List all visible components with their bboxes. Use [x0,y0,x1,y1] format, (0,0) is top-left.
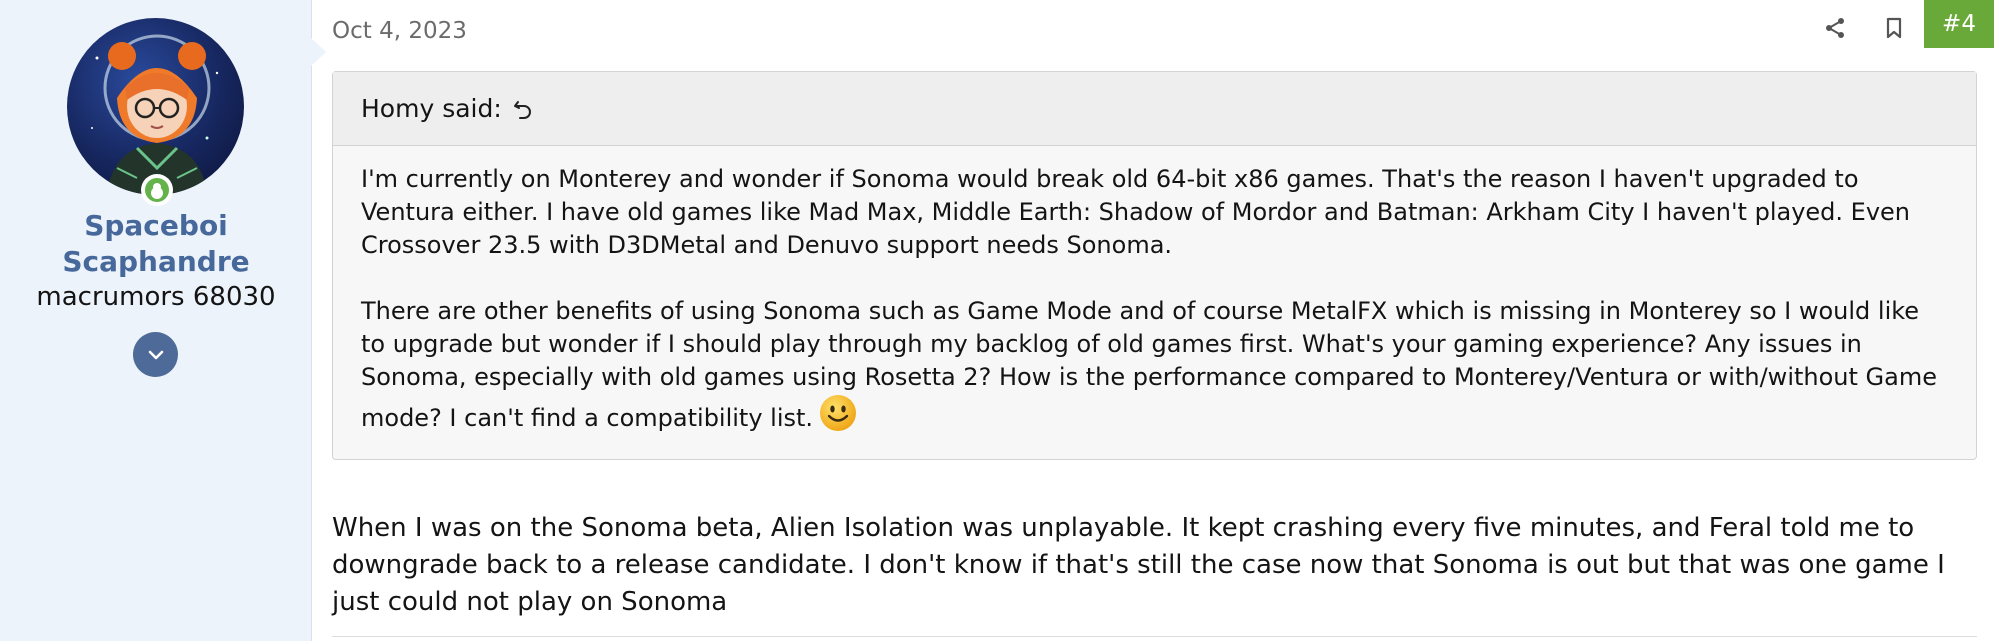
bookmark-icon [1886,17,1902,39]
quote-paragraph-1: I'm currently on Monterey and wonder if … [361,165,1911,259]
user-title: macrumors 68030 [36,282,276,312]
online-status-icon [141,174,173,206]
share-icon [1826,18,1844,38]
username-line1[interactable]: Spaceboi [0,208,312,244]
post-number-link[interactable]: #4 [1924,0,1994,48]
quote-body: I'm currently on Monterey and wonder if … [333,146,1976,452]
avatar[interactable] [67,18,244,195]
quote-paragraph-2: There are other benefits of using Sonoma… [361,295,1948,435]
share-button[interactable] [1815,8,1855,48]
post-body-text: When I was on the Sonoma beta, Alien Iso… [332,513,1945,617]
quote-paragraph-2-text: There are other benefits of using Sonoma… [361,297,1937,432]
bookmark-button[interactable] [1874,8,1914,48]
username-link[interactable]: Spaceboi Scaphandre [0,208,312,280]
post-date[interactable]: Oct 4, 2023 [332,18,467,44]
smiley-emoji-icon [819,394,857,432]
chevron-down-icon [148,350,163,359]
expand-user-info-button[interactable] [133,332,178,377]
user-pane: Spaceboi Scaphandre macrumors 68030 [0,0,326,641]
quote-author[interactable]: Homy said: [361,94,502,123]
avatar-image [91,34,219,195]
post-divider [332,636,1977,637]
username-line2[interactable]: Scaphandre [0,244,312,280]
quote-block: Homy said: I'm currently on Monterey and… [332,71,1977,460]
jump-to-quote-icon[interactable] [512,98,534,120]
post-main: Oct 4, 2023 #4 Homy said: I'm currently … [312,0,2000,641]
quote-header[interactable]: Homy said: [333,72,1976,146]
